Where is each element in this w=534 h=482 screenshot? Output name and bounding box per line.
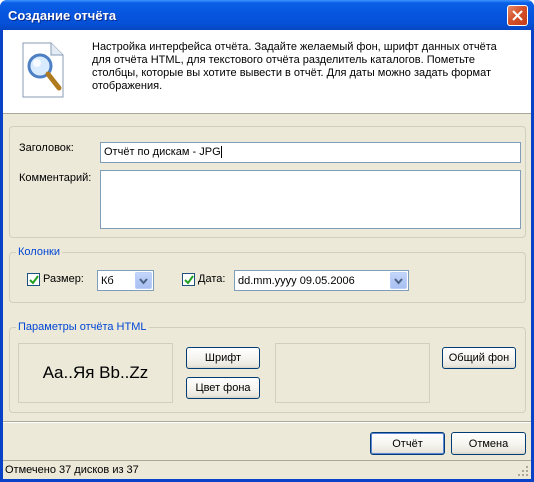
report-dialog-window: Создание отчёта Настройка интерфейса отч… [0,0,534,482]
header-input-value: Отчёт по дискам - JPG [104,146,221,158]
background-preview [275,343,430,403]
close-button[interactable] [507,5,528,26]
size-checkbox[interactable] [27,273,40,286]
close-icon [512,10,523,21]
window-title: Создание отчёта [8,8,117,23]
date-format-select[interactable]: dd.mm.yyyy 09.05.2006 [234,270,409,291]
create-report-button[interactable]: Отчёт [370,432,445,455]
resize-grip-icon[interactable] [517,465,529,477]
columns-group: Колонки Размер: Кб Дата: dd.mm.yyyy 09.0… [9,246,526,303]
header-input[interactable]: Отчёт по дискам - JPG [100,142,521,163]
cancel-button[interactable]: Отмена [451,432,526,455]
bg-color-button[interactable]: Цвет фона [186,377,260,399]
report-search-icon [22,42,64,98]
date-label: Дата: [198,273,226,285]
dialog-description: Настройка интерфейса отчёта. Задайте жел… [92,41,497,92]
html-params-group-title: Параметры отчёта HTML [16,321,149,333]
comment-label: Комментарий: [19,172,92,184]
chevron-down-icon [394,278,403,285]
common-background-button[interactable]: Общий фон [442,347,516,369]
size-label: Размер: [43,273,84,285]
font-sample-preview: Aa..Яя Bb..Zz [18,343,173,403]
dialog-client-area: Настройка интерфейса отчёта. Задайте жел… [3,30,531,479]
font-sample-text: Aa..Яя Bb..Zz [42,363,149,382]
comment-input[interactable] [100,170,521,229]
size-unit-dropdown-button[interactable] [135,272,152,289]
size-unit-select[interactable]: Кб [97,270,154,291]
status-text: Отмечено 37 дисков из 37 [5,464,139,476]
status-bar: Отмечено 37 дисков из 37 [3,460,531,479]
font-button[interactable]: Шрифт [186,347,260,369]
text-caret [220,146,222,159]
header-label: Заголовок: [19,142,74,154]
footer-separator [3,421,531,423]
date-checkbox[interactable] [182,273,195,286]
checkmark-icon [184,275,194,285]
checkmark-icon [29,275,39,285]
columns-group-title: Колонки [16,246,62,258]
title-bar[interactable]: Создание отчёта [0,0,534,30]
size-unit-value: Кб [101,275,114,287]
date-format-value: dd.mm.yyyy 09.05.2006 [238,275,355,287]
date-format-dropdown-button[interactable] [390,272,407,289]
chevron-down-icon [139,278,148,285]
dialog-header: Настройка интерфейса отчёта. Задайте жел… [3,30,531,114]
html-params-group: Параметры отчёта HTML Aa..Яя Bb..Zz Шриф… [9,321,526,413]
title-comment-group: Заголовок: Отчёт по дискам - JPG Коммент… [9,126,526,238]
